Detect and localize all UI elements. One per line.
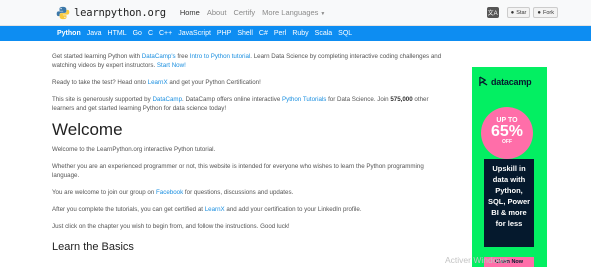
lang-php[interactable]: PHP [217,30,231,37]
datacamp-logo-icon [479,76,488,86]
support-paragraph: This site is generously supported by Dat… [52,95,442,113]
lang-html[interactable]: HTML [108,30,127,37]
text: Get started learning Python with [52,53,142,60]
certification-paragraph: Ready to take the test? Head onto LearnX… [52,78,442,87]
facebook-paragraph: You are welcome to join our group on Fac… [52,188,442,197]
translate-icon[interactable]: 文A [486,7,499,18]
discount-badge: UP TO 65% OFF [481,107,533,159]
ad-message-box: Upskill in data with Python, SQL, Power … [484,159,534,247]
nav-right-group: 文A ● Star ● Fork [486,7,558,18]
datacamp-ad[interactable]: datacamp UP TO 65% OFF Upskill in data w… [472,67,547,267]
ad-line: SQL, Power [487,197,531,206]
lang-ruby[interactable]: Ruby [292,30,308,37]
github-icon: ● [510,9,515,16]
nav-home[interactable]: Home [180,8,200,17]
nav-about[interactable]: About [207,8,227,17]
github-star-button[interactable]: ● Star [506,7,531,18]
lang-javascript[interactable]: JavaScript [178,30,211,37]
activate-windows-watermark: Activer Windows [445,255,508,265]
lang-c[interactable]: C [148,30,153,37]
text: Ready to take the test? Head onto [52,79,148,86]
ad-line: Upskill in [492,164,526,173]
intro-python-link[interactable]: Intro to Python tutorial [190,53,251,60]
ad-line: BI & more [491,208,527,217]
lang-scala[interactable]: Scala [315,30,333,37]
text: You are welcome to join our group on [52,189,156,196]
lang-python[interactable]: Python [57,30,81,37]
lang-perl[interactable]: Perl [274,30,286,37]
text: and get your Python Certification! [167,79,261,86]
ad-brand: datacamp [472,67,547,87]
intro-paragraph: Get started learning Python with DataCam… [52,52,442,70]
text: After you complete the tutorials, you ca… [52,206,205,213]
start-now-link[interactable]: Start Now! [157,62,186,69]
site-logo-text: learnpython.org [74,6,166,19]
welcome-heading: Welcome [52,120,123,139]
lang-go[interactable]: Go [133,30,142,37]
audience-paragraph: Whether you are an experienced programme… [52,163,424,179]
learner-count: 575,000 [390,96,413,103]
text: for questions, discussions and updates. [183,189,294,196]
welcome-paragraph: Welcome to the LearnPython.org interacti… [52,146,216,153]
discount-percent: 65% [490,123,524,140]
datacamp-link[interactable]: DataCamp's [142,53,176,60]
main-nav: Home About Certify More Languages ▼ [180,8,333,17]
certify-paragraph: After you complete the tutorials, you ca… [52,205,442,214]
lang-shell[interactable]: Shell [237,30,253,37]
lang-sql[interactable]: SQL [338,30,352,37]
facebook-link[interactable]: Facebook [156,189,183,196]
text: free [175,53,190,60]
nav-certify[interactable]: Certify [233,8,255,17]
top-navbar: learnpython.org Home About Certify More … [0,0,591,26]
learn-basics-heading: Learn the Basics [52,241,134,253]
python-logo-icon [56,6,70,19]
star-label: Star [516,9,527,16]
ad-line: for less [495,219,523,228]
github-icon: ● [537,9,541,16]
text: This site is generously supported by [52,96,153,103]
learnx-certify-link[interactable]: LearnX [205,206,225,213]
nav-more-languages[interactable]: More Languages ▼ [262,8,325,17]
ad-line: data with [492,175,526,184]
datacamp-support-link[interactable]: DataCamp [152,96,182,103]
fork-label: Fork [543,9,554,16]
lang-csharp[interactable]: C# [259,30,268,37]
main-content: Get started learning Python with DataCam… [52,52,442,253]
lang-cpp[interactable]: C++ [159,30,172,37]
ad-brand-text: datacamp [491,76,532,87]
ad-line: Python, [495,186,523,195]
caret-down-icon: ▼ [320,11,326,17]
learnx-link[interactable]: LearnX [148,79,168,86]
lang-java[interactable]: Java [87,30,102,37]
instructions-paragraph: Just click on the chapter you wish to be… [52,223,290,230]
language-bar: Python Java HTML Go C C++ JavaScript PHP… [0,26,591,41]
nav-more-languages-label: More Languages [262,8,319,17]
text: and add your certification to your Linke… [224,206,362,213]
site-logo[interactable]: learnpython.org [56,6,166,20]
discount-off: OFF [502,139,512,145]
github-fork-button[interactable]: ● Fork [533,7,558,18]
text: . DataCamp offers online interactive [182,96,282,103]
text: for Data Science. Join [326,96,391,103]
python-tutorials-link[interactable]: Python Tutorials [282,96,326,103]
